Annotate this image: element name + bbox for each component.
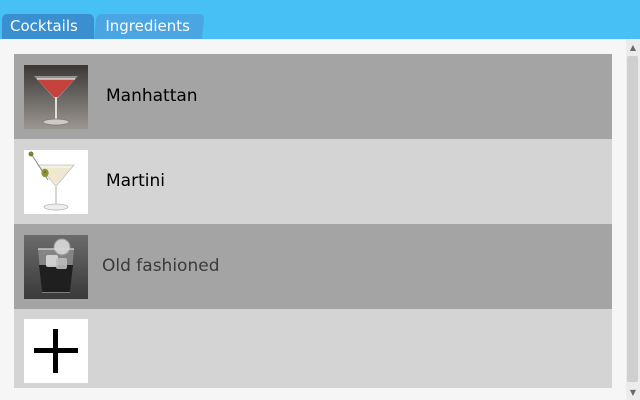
scroll-down-arrow-icon[interactable]: ▼: [626, 386, 640, 400]
martini-image: [24, 150, 88, 214]
cocktail-name: Martini: [106, 171, 165, 191]
old-fashioned-image: [24, 235, 88, 299]
add-cocktail-button[interactable]: [14, 309, 612, 388]
list-item-old-fashioned[interactable]: Old fashioned: [14, 224, 612, 309]
cocktail-name: Manhattan: [106, 86, 198, 106]
list-item-manhattan[interactable]: Manhattan: [14, 54, 612, 139]
cocktail-name: Old fashioned: [102, 256, 220, 276]
cocktail-list-panel: Manhattan Martini Old fashioned: [0, 39, 640, 400]
plus-icon[interactable]: [24, 319, 88, 383]
manhattan-image: [24, 65, 88, 129]
cocktail-list: Manhattan Martini Old fashioned: [14, 54, 612, 388]
tab-cocktails[interactable]: Cocktails: [2, 14, 94, 39]
scroll-up-arrow-icon[interactable]: ▲: [626, 41, 640, 55]
cocktail-app: Cocktails Ingredients Manhattan Martini …: [0, 0, 640, 400]
vertical-scrollbar[interactable]: ▲ ▼: [626, 39, 640, 400]
tab-cocktails-label: Cocktails: [10, 17, 78, 35]
scrollbar-thumb[interactable]: [627, 56, 638, 382]
tab-ingredients-label: Ingredients: [105, 17, 190, 35]
list-item-martini[interactable]: Martini: [14, 139, 612, 224]
tab-bar: Cocktails Ingredients: [0, 0, 640, 39]
tab-ingredients[interactable]: Ingredients: [94, 14, 205, 39]
